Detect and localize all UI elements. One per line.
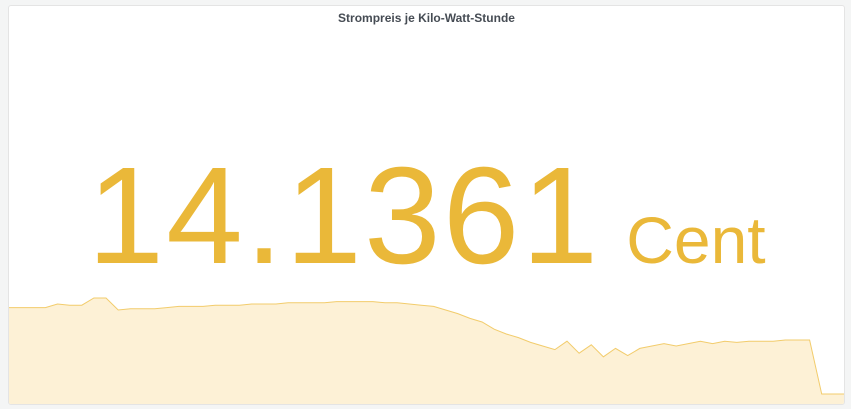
stat-unit: Cent xyxy=(626,203,766,277)
stat-display: 14.1361 Cent xyxy=(9,146,844,286)
stat-value: 14.1361 xyxy=(87,139,601,293)
sparkline-area xyxy=(9,298,844,404)
stat-panel: Strompreis je Kilo-Watt-Stunde 14.1361 C… xyxy=(8,5,845,405)
